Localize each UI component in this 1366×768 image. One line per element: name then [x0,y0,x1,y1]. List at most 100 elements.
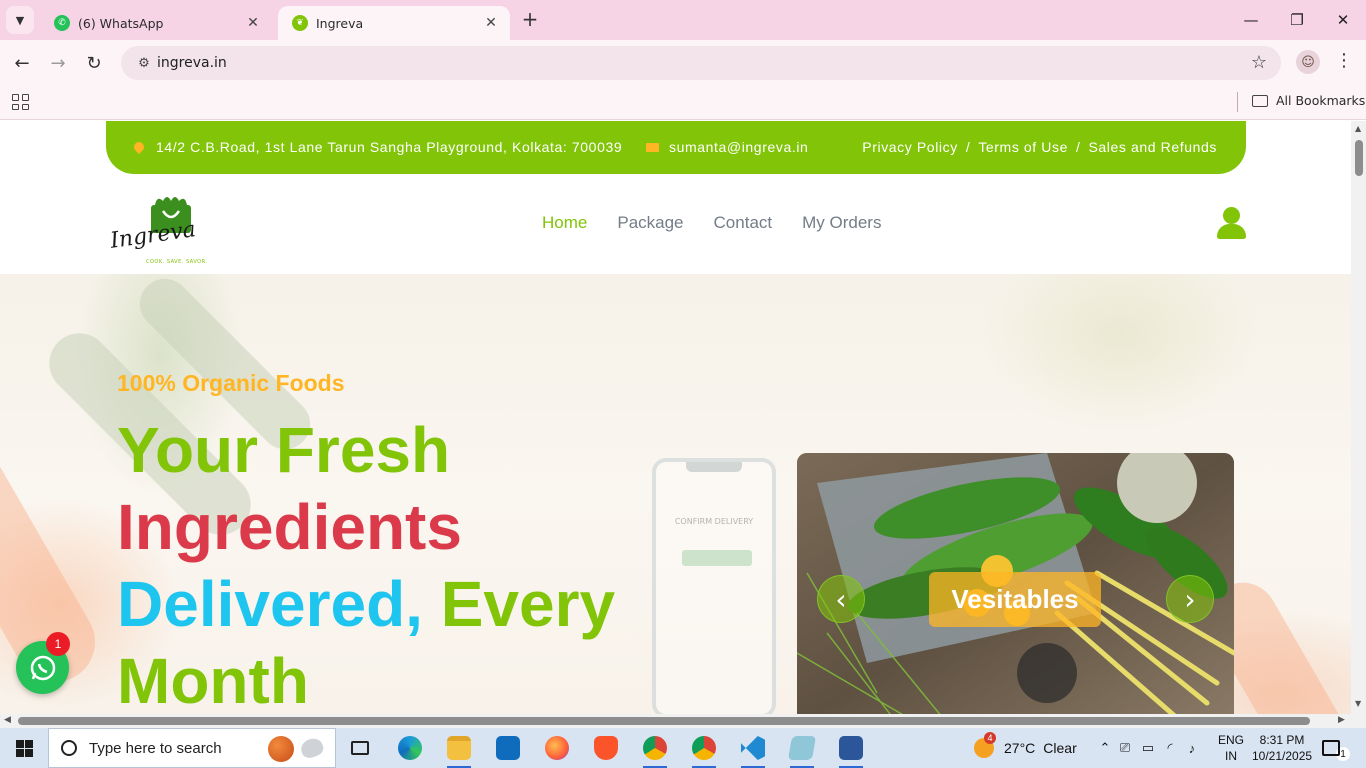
horizontal-scrollbar[interactable]: ◀ ▶ [0,714,1366,728]
brave-icon[interactable] [586,732,626,764]
tab-search-button[interactable]: ▼ [6,6,34,34]
show-hidden-icons-icon[interactable]: ⌃ [1097,740,1113,756]
forward-button[interactable]: → [43,48,73,78]
vscode-icon[interactable] [733,732,773,768]
bookmark-star-icon[interactable]: ☆ [1251,52,1267,73]
privacy-policy-link[interactable]: Privacy Policy [862,139,958,155]
nav-home[interactable]: Home [542,213,587,233]
language-code: ENG [1218,733,1245,747]
word-icon[interactable] [831,732,871,768]
sales-refunds-link[interactable]: Sales and Refunds [1088,139,1217,155]
headline-line-2: Ingredients [117,491,462,563]
scroll-up-icon[interactable]: ▲ [1355,124,1361,133]
wifi-icon[interactable]: ◜ [1159,740,1181,756]
clock[interactable]: 8:31 PM 10/21/2025 [1252,728,1312,768]
all-bookmarks-button[interactable]: All Bookmarks [1252,93,1365,108]
weather-temp: 27°C [1004,740,1036,756]
horizontal-scroll-thumb[interactable] [18,717,1310,725]
carousel-prev-button[interactable]: ‹ [817,575,865,623]
new-tab-button[interactable]: + [518,8,542,32]
clock-date: 10/21/2025 [1252,749,1313,763]
taskbar-search[interactable]: Type here to search [48,728,336,768]
language-indicator[interactable]: ENG IN [1218,728,1244,768]
notepad-icon[interactable] [782,732,822,768]
url-text[interactable]: ingreva.in [157,55,227,71]
vertical-scrollbar[interactable]: ▲ ▼ [1351,121,1366,714]
whatsapp-favicon-icon: ✆ [54,15,70,31]
notification-center-button[interactable]: 1 [1322,728,1350,768]
apps-grid-icon[interactable] [10,92,30,112]
windows-taskbar: Type here to search 4 27°C Clear ⌃ ⎚ ▭ ◜… [0,728,1366,768]
envelope-icon [646,142,659,152]
close-window-button[interactable]: ✕ [1320,6,1366,34]
battery-icon[interactable]: ▭ [1137,740,1159,756]
edge-icon[interactable] [390,732,430,764]
start-button[interactable] [0,728,48,768]
link-separator: / [1075,139,1081,155]
address-text: 14/2 C.B.Road, 1st Lane Tarun Sangha Pla… [156,139,623,155]
system-tray-icons: ⌃ ⎚ ▭ ◜ ♪ [1097,728,1203,768]
vertical-scroll-thumb[interactable] [1355,140,1363,176]
volume-icon[interactable]: ♪ [1181,741,1203,756]
user-account-icon[interactable] [1216,207,1246,240]
chrome-icon[interactable] [635,732,675,768]
weather-widget[interactable]: 4 27°C Clear [974,728,1077,768]
close-tab-icon[interactable]: ✕ [482,15,500,31]
basketball-icon [268,736,294,762]
scroll-left-icon[interactable]: ◀ [4,715,11,725]
task-view-icon[interactable] [340,732,380,764]
carousel-next-button[interactable]: › [1166,575,1214,623]
back-button[interactable]: ← [7,48,37,78]
weather-badge: 4 [984,732,996,744]
weather-condition: Clear [1043,740,1077,756]
search-placeholder: Type here to search [89,739,222,757]
nav-my-orders[interactable]: My Orders [802,213,881,233]
whatsapp-chat-button[interactable]: 1 [16,632,70,694]
site-logo[interactable]: Ingreva COOK. SAVE. SAVOR. [108,185,212,269]
email-text[interactable]: sumanta@ingreva.in [669,139,808,155]
notification-icon [1322,740,1340,756]
folder-icon [1252,94,1268,107]
close-tab-icon[interactable]: ✕ [244,15,262,31]
carousel-slide-label: Vesitables [929,572,1101,627]
terms-of-use-link[interactable]: Terms of Use [978,139,1068,155]
email-info[interactable]: sumanta@ingreva.in [646,139,808,155]
minimize-button[interactable]: — [1228,6,1274,34]
site-info-icon[interactable]: ⚙ [129,56,159,71]
profile-avatar[interactable]: ☺ [1296,50,1320,74]
hero-section: 100% Organic Foods Your Fresh Ingredient… [0,274,1351,714]
bookmarks-bar: All Bookmarks [0,86,1366,120]
outlook-icon[interactable] [488,732,528,764]
phone-confirm-button [682,550,752,566]
phone-notch [686,462,742,472]
firefox-icon[interactable] [537,732,577,764]
tab-title: Ingreva [316,15,364,31]
file-explorer-icon[interactable] [439,732,479,768]
whatsapp-badge: 1 [46,632,70,656]
chrome-profile-icon[interactable] [684,732,724,768]
link-separator: / [965,139,971,155]
address-bar[interactable]: ⚙ ingreva.in ☆ [121,46,1281,80]
main-navigation: Home Package Contact My Orders [542,213,881,233]
nav-package[interactable]: Package [617,213,683,233]
headline-line-4: Month [117,645,309,714]
ingreva-favicon-icon: ❦ [292,15,308,31]
tab-title: (6) WhatsApp [78,15,164,31]
windows-logo-icon [15,739,33,757]
hero-carousel[interactable]: ‹ Vesitables › [797,453,1234,714]
scroll-down-icon[interactable]: ▼ [1355,699,1361,708]
tab-whatsapp[interactable]: ✆ (6) WhatsApp ✕ [40,6,272,40]
browser-toolbar: ← → ↻ ⚙ ingreva.in ☆ ☺ ⋮ [0,40,1366,86]
tab-ingreva[interactable]: ❦ Ingreva ✕ [278,6,510,40]
hero-subtitle: 100% Organic Foods [117,370,345,396]
bookmarks-divider [1237,92,1238,112]
scroll-right-icon[interactable]: ▶ [1338,715,1345,725]
reload-button[interactable]: ↻ [79,48,109,78]
restore-button[interactable]: ❐ [1274,6,1320,34]
all-bookmarks-label: All Bookmarks [1276,93,1366,108]
headline-line-1: Your Fresh [117,414,451,486]
nav-contact[interactable]: Contact [714,213,773,233]
browser-menu-icon[interactable]: ⋮ [1334,50,1354,76]
logo-tagline: COOK. SAVE. SAVOR. [146,259,208,265]
meet-now-icon[interactable]: ⎚ [1113,740,1137,756]
